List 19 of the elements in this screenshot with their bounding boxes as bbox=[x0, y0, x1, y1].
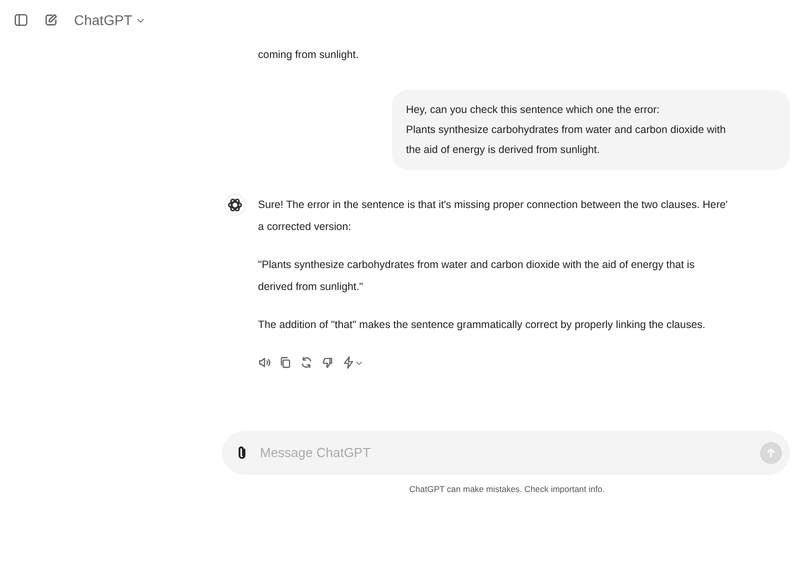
message-composer[interactable]: Message ChatGPT bbox=[222, 431, 790, 475]
edit-icon[interactable] bbox=[44, 13, 58, 27]
chevron-down-icon bbox=[355, 358, 363, 366]
message-text: coming from sunlight. bbox=[258, 48, 360, 63]
disclaimer-text: ChatGPT can make mistakes. Check important info. bbox=[408, 483, 606, 496]
message-paragraph: Sure! The error in the sentence is that it's missing proper connection between the two clauses. Here' a corrected version: bbox=[258, 198, 728, 235]
user-message-bubble: Hey, can you check this sentence which one the error: Plants synthesize carbohydrates from water and carbon dioxide with the aid of energy is derived from sunlight. bbox=[392, 90, 790, 170]
model-selector[interactable]: ChatGPT bbox=[74, 10, 146, 30]
copy-icon[interactable] bbox=[279, 356, 292, 369]
chatgpt-logo-icon bbox=[224, 194, 246, 216]
sidebar-icon[interactable] bbox=[14, 13, 28, 27]
message-input[interactable]: Message ChatGPT bbox=[258, 442, 752, 464]
speaker-icon[interactable] bbox=[258, 356, 271, 369]
thumbs-down-icon[interactable] bbox=[321, 356, 334, 369]
arrow-up-icon bbox=[765, 447, 777, 459]
refresh-icon[interactable] bbox=[300, 356, 313, 369]
message-paragraph: The addition of "that" makes the sentence grammatically correct by properly linking the clauses. bbox=[258, 318, 706, 333]
message-paragraph: "Plants synthesize carbohydrates from water and carbon dioxide with the aid of energy that is derived from sunlight." bbox=[258, 258, 696, 295]
model-switch-button[interactable] bbox=[342, 356, 363, 369]
